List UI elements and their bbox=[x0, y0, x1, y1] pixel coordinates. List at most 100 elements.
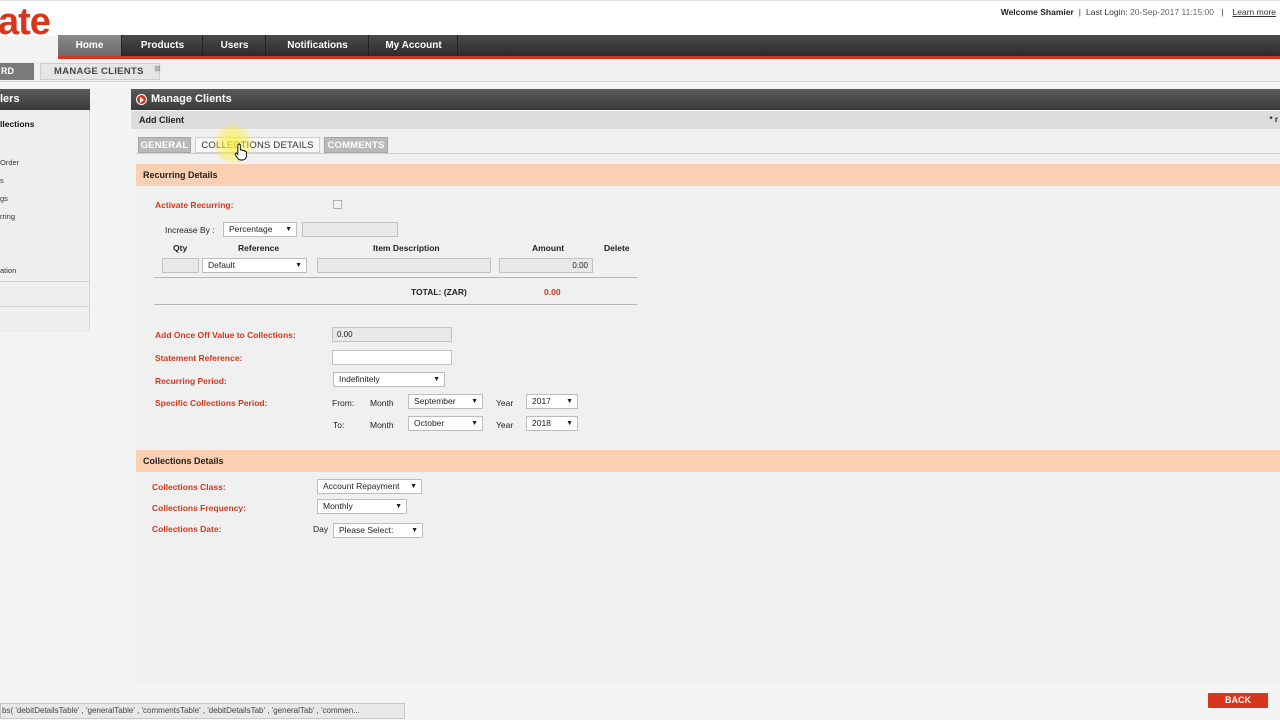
sidebar-item-collections[interactable]: llections bbox=[0, 119, 34, 129]
once-off-input[interactable]: 0.00 bbox=[332, 327, 452, 342]
user-info: Welcome Shamier | Last Login: 20-Sep-2017 … bbox=[1000, 7, 1276, 17]
sidebar-item-ation[interactable]: ation bbox=[0, 266, 16, 275]
status-bar: bs( 'debitDetailsTable' , 'generalTable'… bbox=[0, 703, 405, 719]
panel-header: Manage Clients bbox=[131, 89, 1280, 110]
increase-by-select[interactable]: Percentage ▼ bbox=[223, 222, 297, 237]
dropdown-arrow-icon: ▼ bbox=[285, 226, 292, 233]
collections-details-header: Collections Details bbox=[136, 450, 1280, 472]
brand-logo[interactable]: ate bbox=[0, 1, 51, 43]
recurring-period-label: Recurring Period: bbox=[155, 376, 227, 386]
dropdown-arrow-icon: ▼ bbox=[471, 398, 478, 405]
collections-class-select[interactable]: Account Repayment ▼ bbox=[317, 479, 422, 494]
col-description-header: Item Description bbox=[373, 243, 440, 253]
main-nav: Home Products Users Notifications My Acc… bbox=[58, 35, 1280, 56]
sidebar-title: lers bbox=[0, 89, 90, 110]
sidebar-divider bbox=[0, 306, 90, 307]
total-label: TOTAL: (ZAR) bbox=[411, 287, 467, 297]
nav-accent-line bbox=[58, 56, 1280, 59]
nav-my-account[interactable]: My Account bbox=[370, 35, 458, 56]
to-month-select[interactable]: October ▼ bbox=[408, 416, 483, 431]
required-note: * r bbox=[1269, 115, 1278, 124]
from-label: From: bbox=[332, 398, 355, 408]
close-tab-icon[interactable]: ⊠ bbox=[154, 61, 161, 76]
dropdown-arrow-icon: ▼ bbox=[395, 503, 402, 510]
increase-by-label: Increase By : bbox=[165, 225, 215, 235]
increase-by-amount-input[interactable] bbox=[302, 222, 398, 237]
hand-cursor-icon bbox=[234, 143, 248, 161]
col-amount-header: Amount bbox=[532, 243, 565, 253]
breadcrumb-manage-clients[interactable]: MANAGE CLIENTS ⊠ bbox=[40, 61, 161, 80]
dropdown-arrow-icon: ▼ bbox=[433, 376, 440, 383]
form-body bbox=[136, 130, 1280, 684]
last-login-label: Last Login: bbox=[1086, 7, 1128, 17]
learn-more-link[interactable]: Learn more bbox=[1233, 7, 1276, 17]
dropdown-arrow-icon: ▼ bbox=[566, 420, 573, 427]
sub-header: Add Client * r bbox=[131, 111, 1280, 129]
nav-notifications[interactable]: Notifications bbox=[267, 35, 369, 56]
recurring-period-select[interactable]: Indefinitely ▼ bbox=[333, 372, 445, 387]
collections-date-value: Please Select: bbox=[339, 525, 394, 535]
activate-recurring-label: Activate Recurring: bbox=[155, 200, 234, 210]
to-month-label: Month bbox=[370, 420, 394, 430]
sidebar-divider bbox=[0, 281, 90, 282]
col-qty-header: Qty bbox=[173, 243, 188, 253]
amount-input[interactable]: 0.00 bbox=[499, 258, 593, 273]
from-year-value: 2017 bbox=[532, 396, 551, 406]
collections-frequency-select[interactable]: Monthly ▼ bbox=[317, 499, 407, 514]
col-reference-header: Reference bbox=[238, 243, 280, 253]
nav-home[interactable]: Home bbox=[58, 35, 122, 56]
recurring-details-header: Recurring Details bbox=[136, 164, 1280, 186]
collections-class-label: Collections Class: bbox=[152, 482, 226, 492]
total-value: 0.00 bbox=[544, 287, 561, 297]
back-button[interactable]: BACK bbox=[1208, 693, 1268, 708]
sidebar: lers llections Order s gs rring ation bbox=[0, 89, 90, 332]
recurring-period-value: Indefinitely bbox=[339, 374, 380, 384]
breadcrumb-current-label: MANAGE CLIENTS bbox=[54, 66, 144, 77]
sidebar-item-s[interactable]: s bbox=[0, 176, 4, 185]
to-year-label: Year bbox=[496, 420, 514, 430]
from-month-label: Month bbox=[370, 398, 394, 408]
last-login-value: 20-Sep-2017 11:15:00 bbox=[1129, 7, 1214, 17]
welcome-text: Welcome Shamier bbox=[1000, 7, 1074, 17]
collections-frequency-value: Monthly bbox=[323, 501, 353, 511]
from-year-select[interactable]: 2017 ▼ bbox=[526, 394, 578, 409]
sidebar-item-order[interactable]: Order bbox=[0, 158, 19, 167]
once-off-label: Add Once Off Value to Collections: bbox=[155, 330, 296, 340]
nav-products[interactable]: Products bbox=[123, 35, 203, 56]
dropdown-arrow-icon: ▼ bbox=[411, 527, 418, 534]
statement-reference-input[interactable] bbox=[332, 350, 452, 365]
col-delete-header: Delete bbox=[604, 243, 630, 253]
to-label: To: bbox=[333, 420, 345, 430]
sidebar-item-gs[interactable]: gs bbox=[0, 194, 8, 203]
qty-input[interactable] bbox=[162, 258, 199, 273]
sidebar-item-recurring[interactable]: rring bbox=[0, 212, 15, 221]
tab-general[interactable]: GENERAL bbox=[138, 137, 191, 153]
breadcrumb-dashboard[interactable]: RD bbox=[0, 63, 34, 80]
statement-reference-label: Statement Reference: bbox=[155, 353, 243, 363]
reference-select[interactable]: Default ▼ bbox=[202, 258, 307, 273]
table-divider bbox=[154, 304, 637, 305]
to-year-value: 2018 bbox=[532, 418, 551, 428]
breadcrumb: RD MANAGE CLIENTS ⊠ bbox=[0, 61, 1280, 82]
dropdown-arrow-icon: ▼ bbox=[471, 420, 478, 427]
top-header: ate Welcome Shamier | Last Login: 20-Sep-2… bbox=[0, 0, 1280, 43]
tab-underline bbox=[136, 153, 1280, 154]
sub-title: Add Client bbox=[139, 115, 184, 125]
from-month-value: September bbox=[414, 396, 456, 406]
arrow-circle-icon bbox=[136, 94, 147, 105]
collections-date-select[interactable]: Please Select: ▼ bbox=[333, 523, 423, 538]
dropdown-arrow-icon: ▼ bbox=[295, 262, 302, 269]
tab-comments[interactable]: COMMENTS bbox=[324, 137, 388, 153]
to-year-select[interactable]: 2018 ▼ bbox=[526, 416, 578, 431]
table-divider bbox=[154, 277, 637, 278]
collections-day-label: Day bbox=[313, 524, 329, 534]
activate-recurring-checkbox[interactable] bbox=[333, 200, 342, 209]
item-description-input[interactable] bbox=[317, 258, 491, 273]
collections-frequency-label: Collections Frequency: bbox=[152, 503, 246, 513]
page-title: Manage Clients bbox=[151, 93, 232, 105]
reference-value: Default bbox=[208, 260, 235, 270]
nav-users[interactable]: Users bbox=[204, 35, 266, 56]
to-month-value: October bbox=[414, 418, 445, 428]
dropdown-arrow-icon: ▼ bbox=[566, 398, 573, 405]
from-month-select[interactable]: September ▼ bbox=[408, 394, 483, 409]
